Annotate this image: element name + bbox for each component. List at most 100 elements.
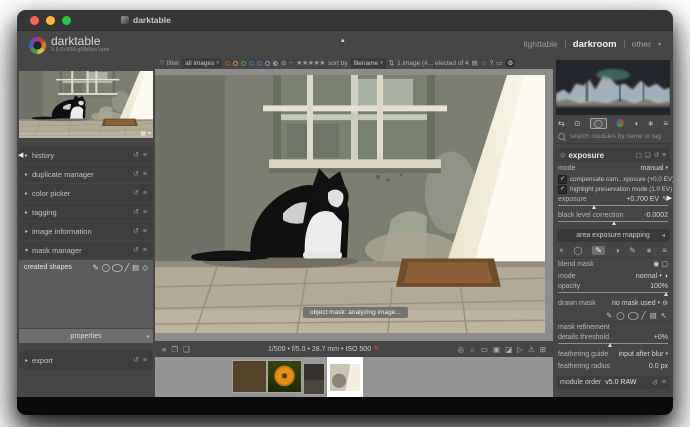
focus-peaking-icon[interactable]: ◎ xyxy=(457,345,464,354)
navigation-thumbnail[interactable]: ▦ ▾ xyxy=(19,71,153,138)
module-color-picker[interactable]: ▸ color picker ↺ ≡ xyxy=(19,184,153,202)
preferences-gear-icon[interactable]: ⚙ xyxy=(505,59,515,67)
feathering-radius-row[interactable]: feathering radius 0.0 px xyxy=(556,360,670,372)
darkroom-canvas[interactable]: object mask: analyzing image... xyxy=(155,69,553,341)
reset-icon[interactable]: ↺ xyxy=(133,208,139,216)
guides-overlay-icon[interactable]: ⊞ xyxy=(540,345,546,354)
path-tool-icon[interactable]: ╱ xyxy=(641,311,646,320)
filter-dropdown[interactable]: all images ▾ xyxy=(182,58,222,68)
color-label-red[interactable] xyxy=(225,61,230,66)
show-mask-icon[interactable]: ◉ xyxy=(653,260,659,268)
compensate-checkbox[interactable]: ✓ xyxy=(558,175,567,184)
tone-group-tab-icon[interactable]: ◯ xyxy=(590,118,607,129)
close-window-button[interactable] xyxy=(30,16,39,25)
reset-icon[interactable]: ↺ xyxy=(133,151,139,159)
module-image-information[interactable]: ▸ image information ↺ ≡ xyxy=(19,222,153,240)
group-shape-icon[interactable]: ◇ xyxy=(142,263,148,272)
color-assessment-icon[interactable]: ▭ xyxy=(481,345,488,354)
blend-presets-icon[interactable]: ≡ xyxy=(662,246,667,255)
view-lighttable[interactable]: lighttable xyxy=(524,39,558,49)
module-search-input[interactable] xyxy=(568,132,668,141)
color-label-yellow[interactable] xyxy=(233,61,238,66)
feathering-guide-dropdown[interactable]: input after blur ▾ xyxy=(619,351,668,358)
help-icon[interactable]: ? xyxy=(490,60,494,67)
module-mask-manager[interactable]: ▾ mask manager ↺ ≡ xyxy=(19,241,153,259)
nav-zoom-icon[interactable]: ▾ xyxy=(148,130,151,137)
view-darkroom[interactable]: darkroom xyxy=(573,39,617,50)
blend-uniform-icon[interactable]: ◯ xyxy=(573,246,582,255)
histogram-waveform[interactable] xyxy=(556,59,670,116)
reject-filter-icon[interactable]: ⊘ xyxy=(281,59,286,67)
properties-button[interactable]: properties ◂ xyxy=(19,329,153,343)
softproof-icon[interactable]: ▷ xyxy=(517,345,523,354)
reset-icon[interactable]: ↺ xyxy=(133,356,139,364)
gradient-tool-icon[interactable]: ▤ xyxy=(650,311,657,320)
color-label-blue[interactable] xyxy=(249,61,254,66)
iso12646-icon[interactable]: ☼ xyxy=(469,345,476,354)
suppress-mask-icon[interactable]: ▢ xyxy=(661,260,668,268)
reset-icon[interactable]: ↺ xyxy=(133,227,139,235)
multi-instance-icon[interactable]: ❏ xyxy=(645,151,651,159)
ellipse-shape-icon[interactable]: ◯ xyxy=(112,263,124,272)
raster-mask-icon[interactable]: ∗ xyxy=(646,246,653,255)
overexposure-warning-icon[interactable]: ⚠ xyxy=(528,345,535,354)
minimize-window-button[interactable] xyxy=(46,16,55,25)
color-label-gray[interactable] xyxy=(265,61,270,66)
presets-icon[interactable]: ≡ xyxy=(143,357,147,364)
color-label-green[interactable] xyxy=(241,61,246,66)
presets-icon[interactable]: ≡ xyxy=(143,152,147,159)
nav-display-icon[interactable]: ▦ xyxy=(140,130,146,137)
shortcuts-icon[interactable]: ▭ xyxy=(496,59,502,67)
active-modules-tab-icon[interactable]: ⇆ xyxy=(558,119,565,128)
module-power-icon[interactable]: ⊙ xyxy=(560,151,565,159)
color-label-purple[interactable] xyxy=(257,61,262,66)
parametric-mask-icon[interactable]: ◑ xyxy=(615,246,620,255)
edit-shapes-icon[interactable]: ↖ xyxy=(661,311,667,320)
filmstrip-thumbnail-1[interactable] xyxy=(232,360,267,393)
circle-shape-icon[interactable]: ◯ xyxy=(102,263,110,272)
correct-group-tab-icon[interactable]: ◑ xyxy=(633,119,638,128)
star-icon[interactable]: ☆ xyxy=(481,59,487,67)
filmstrip-thumbnail-3[interactable] xyxy=(303,358,325,395)
reset-icon[interactable]: ↺ xyxy=(652,379,658,387)
presets-icon[interactable]: ≡ xyxy=(662,152,666,159)
exposure-module-header[interactable]: ⊙ exposure ▢ ❏ ↺ ≡ xyxy=(556,148,670,162)
filter-icon[interactable]: ▽ xyxy=(160,60,164,66)
module-order-row[interactable]: module order v5.0 RAW ↺ ≡ xyxy=(556,376,670,389)
left-panel-collapse-icon[interactable]: ◀ xyxy=(18,152,23,159)
group-presets-icon[interactable]: ≡ xyxy=(663,119,668,128)
mode-dropdown[interactable]: manual ▾ xyxy=(641,165,668,172)
presets-icon[interactable]: ≡ xyxy=(143,247,147,254)
mask-polarity-icon[interactable]: ⊖ xyxy=(662,299,668,307)
area-exposure-mapping-button[interactable]: area exposure mapping ◂ xyxy=(557,229,669,242)
presets-icon[interactable]: ≡ xyxy=(143,228,147,235)
star-rating-filter[interactable]: ★★★★★ xyxy=(296,59,325,67)
sort-dropdown[interactable]: filename ▾ xyxy=(351,58,386,68)
top-panel-collapse-icon[interactable]: ▴ xyxy=(341,37,345,44)
module-export[interactable]: ▸ export ↺ ≡ xyxy=(19,351,153,369)
presets-icon[interactable]: ≡ xyxy=(143,190,147,197)
blend-off-icon[interactable]: × xyxy=(559,246,564,255)
color-label-any[interactable] xyxy=(273,61,278,66)
module-tagging[interactable]: ▸ tagging ↺ ≡ xyxy=(19,203,153,221)
right-panel-collapse-icon[interactable]: ▶ xyxy=(667,195,672,202)
gamut-check-icon[interactable]: ◪ xyxy=(505,345,512,354)
presets-icon[interactable]: ≡ xyxy=(143,209,147,216)
snapshot-compare-icon[interactable]: ❏ xyxy=(183,345,190,354)
reset-icon[interactable]: ↺ xyxy=(133,170,139,178)
drawn-parametric-mask-icon[interactable]: ✎ xyxy=(629,246,636,255)
view-other[interactable]: other xyxy=(632,39,651,49)
second-darkroom-icon[interactable]: ▣ xyxy=(493,345,500,354)
filmstrip-toggle-icon[interactable]: ≡ xyxy=(162,345,166,354)
gradient-shape-icon[interactable]: ▤ xyxy=(132,263,139,272)
reset-icon[interactable]: ↺ xyxy=(654,151,659,159)
module-duplicate-manager[interactable]: ▸ duplicate manager ↺ ≡ xyxy=(19,165,153,183)
circle-tool-icon[interactable]: ◯ xyxy=(616,311,624,320)
color-group-tab-icon[interactable] xyxy=(616,119,624,127)
details-threshold-slider[interactable]: details threshold +0% xyxy=(556,333,670,348)
path-shape-icon[interactable]: ╱ xyxy=(125,263,130,272)
exposure-slider[interactable]: exposure +0.700 EV ✎ xyxy=(556,194,670,210)
reset-icon[interactable]: ↺ xyxy=(133,246,139,254)
filmstrip-thumbnail-4-selected[interactable] xyxy=(327,357,363,398)
presets-icon[interactable]: ≡ xyxy=(143,171,147,178)
